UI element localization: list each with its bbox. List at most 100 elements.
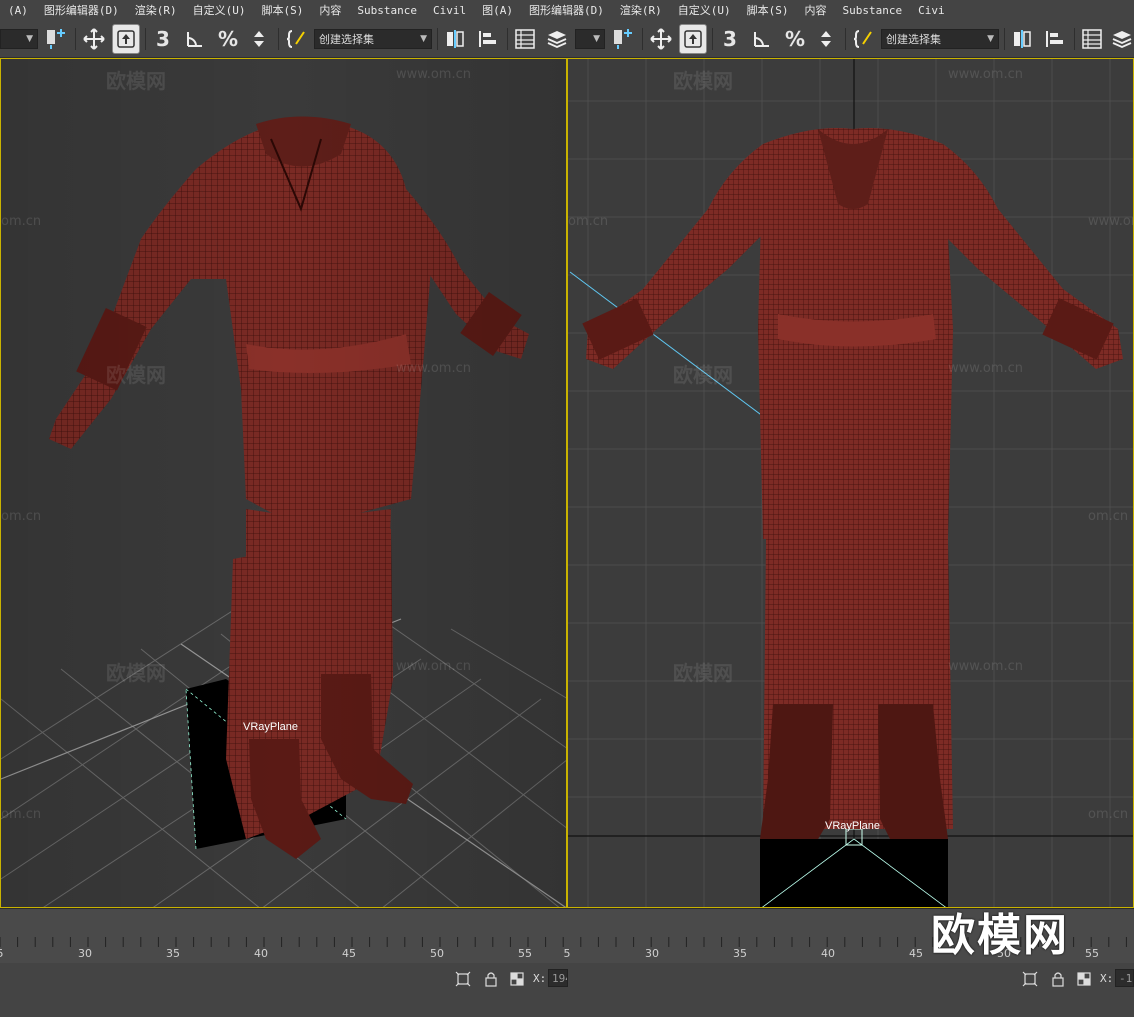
- spinner-snap-icon[interactable]: [246, 24, 272, 54]
- scene-explorer-icon[interactable]: [512, 24, 538, 54]
- watermark-url: www.om.cn: [948, 67, 1023, 82]
- watermark-brand: 欧模网: [106, 661, 166, 685]
- frame-tick-label: 35: [733, 947, 747, 960]
- spinner-snap-icon[interactable]: [813, 24, 839, 54]
- vray-plane-box: [760, 839, 948, 907]
- scene-explorer-icon[interactable]: [1079, 24, 1105, 54]
- menu-bar: (A) 图形编辑器(D) 渲染(R) 自定义(U) 脚本(S) 内容 Subst…: [0, 0, 1134, 20]
- layer-explorer-icon[interactable]: [1109, 24, 1134, 54]
- front-viewport[interactable]: 欧模网 www.om.cn om.cn www.om.cn 欧模网 www.om…: [567, 58, 1134, 908]
- angle-snap-icon[interactable]: [749, 24, 775, 54]
- watermark-brand: 欧模网: [673, 363, 733, 387]
- frame-tick-label: 40: [254, 947, 268, 960]
- edit-named-selection-icon[interactable]: [851, 24, 877, 54]
- watermark-url: om.cn: [1088, 509, 1129, 524]
- watermark-url: om.cn: [568, 214, 609, 229]
- isolate-selection-icon[interactable]: [455, 971, 471, 987]
- select-link-icon[interactable]: [609, 24, 637, 54]
- watermark-url: www.om.cn: [396, 67, 471, 82]
- menu-item-graph-editor[interactable]: 图形编辑器(D): [36, 2, 127, 18]
- menu-item-civil[interactable]: Civi: [910, 4, 953, 17]
- move-icon[interactable]: [647, 24, 675, 54]
- menu-item-customize[interactable]: 自定义(U): [185, 2, 254, 18]
- align-icon[interactable]: [474, 24, 502, 54]
- garment-right-leg: [858, 459, 940, 724]
- watermark-url: om.cn: [1, 807, 42, 822]
- garment-left-sleeve: [49, 169, 226, 449]
- x-coordinate-field[interactable]: 194: [548, 969, 568, 987]
- frame-tick-label: 45: [342, 947, 356, 960]
- snap-3d-icon[interactable]: 3: [717, 24, 743, 54]
- garment-torso: [196, 120, 431, 529]
- vray-plane-label: VRayPlane: [243, 721, 299, 733]
- mirror-icon[interactable]: [442, 24, 468, 54]
- menu-item[interactable]: 图(A): [474, 2, 521, 18]
- absolute-mode-icon[interactable]: [1076, 971, 1092, 987]
- x-coordinate-label: X:: [1100, 972, 1114, 985]
- watermark-url: www.om.cn: [396, 361, 471, 376]
- watermark-brand: 欧模网: [673, 69, 733, 93]
- frame-tick-label: 5: [563, 947, 571, 960]
- perspective-viewport[interactable]: 欧模网 www.om.cn om.cn 欧模网 www.om.cn om.cn …: [0, 58, 567, 908]
- frame-tick-label: 55: [518, 947, 532, 960]
- watermark-brand: 欧模网: [106, 363, 166, 387]
- perspective-scene: [1, 59, 566, 907]
- watermark-url: om.cn: [1, 214, 42, 229]
- frame-tick-label: 35: [166, 947, 180, 960]
- mirror-icon[interactable]: [1009, 24, 1035, 54]
- menu-item-script[interactable]: 脚本(S): [739, 2, 797, 18]
- vray-plane-label: VRayPlane: [825, 820, 881, 832]
- status-bar: X: 194 X: -13: [0, 963, 1134, 1017]
- watermark-url: www.om.cn: [948, 361, 1023, 376]
- move-icon[interactable]: [80, 24, 108, 54]
- watermark-url: om.cn: [1088, 807, 1129, 822]
- watermark-url: www.om.cn: [1088, 214, 1133, 229]
- align-icon[interactable]: [1041, 24, 1069, 54]
- percent-snap-icon[interactable]: %: [214, 24, 242, 54]
- filter-dropdown[interactable]: ▼: [0, 29, 38, 49]
- menu-item[interactable]: (A): [0, 4, 36, 17]
- layer-explorer-icon[interactable]: [544, 24, 570, 54]
- watermark-url: www.om.cn: [948, 659, 1023, 674]
- select-link-icon[interactable]: [42, 24, 70, 54]
- menu-item-render[interactable]: 渲染(R): [127, 2, 185, 18]
- percent-snap-icon[interactable]: %: [781, 24, 809, 54]
- main-toolbar: ▼ 3 % 创建选择集 ▼ ▼ 3 % 创建选择集 ▼: [0, 20, 1134, 58]
- lock-icon[interactable]: [483, 971, 499, 987]
- frame-tick-label: 30: [78, 947, 92, 960]
- named-selection-set-dropdown[interactable]: 创建选择集 ▼: [314, 29, 432, 49]
- menu-item-customize[interactable]: 自定义(U): [670, 2, 739, 18]
- frame-tick-label: 45: [909, 947, 923, 960]
- x-coordinate-field[interactable]: -13: [1115, 969, 1134, 987]
- watermark-url: om.cn: [1, 509, 42, 524]
- snap-3d-icon[interactable]: 3: [150, 24, 176, 54]
- absolute-mode-icon[interactable]: [509, 971, 525, 987]
- menu-item-substance[interactable]: Substance: [349, 4, 425, 17]
- front-scene: [568, 59, 1133, 907]
- select-object-icon[interactable]: [679, 24, 707, 54]
- menu-item-render[interactable]: 渲染(R): [612, 2, 670, 18]
- watermark-brand: 欧模网: [106, 69, 166, 93]
- menu-item-content[interactable]: 内容: [796, 2, 834, 18]
- menu-item-script[interactable]: 脚本(S): [254, 2, 312, 18]
- frame-tick-label: 50: [430, 947, 444, 960]
- timeline[interactable]: 5 30 35 40 45 50 55 5 30 35 40 45 50 55 …: [0, 908, 1134, 963]
- frame-tick-label: 40: [821, 947, 835, 960]
- watermark-logo: 欧模网: [931, 910, 1069, 961]
- select-object-icon[interactable]: [112, 24, 140, 54]
- frame-tick-label: 30: [645, 947, 659, 960]
- x-coordinate-label: X:: [533, 972, 547, 985]
- isolate-selection-icon[interactable]: [1022, 971, 1038, 987]
- watermark-brand: 欧模网: [673, 661, 733, 685]
- frame-tick-label: 55: [1085, 947, 1099, 960]
- filter-dropdown[interactable]: ▼: [575, 29, 605, 49]
- menu-item-graph-editor[interactable]: 图形编辑器(D): [521, 2, 612, 18]
- menu-item-content[interactable]: 内容: [311, 2, 349, 18]
- lock-icon[interactable]: [1050, 971, 1066, 987]
- edit-named-selection-icon[interactable]: [284, 24, 310, 54]
- menu-item-civil[interactable]: Civil: [425, 4, 474, 17]
- named-selection-set-dropdown[interactable]: 创建选择集 ▼: [881, 29, 999, 49]
- menu-item-substance[interactable]: Substance: [834, 4, 910, 17]
- angle-snap-icon[interactable]: [182, 24, 208, 54]
- watermark-url: www.om.cn: [396, 659, 471, 674]
